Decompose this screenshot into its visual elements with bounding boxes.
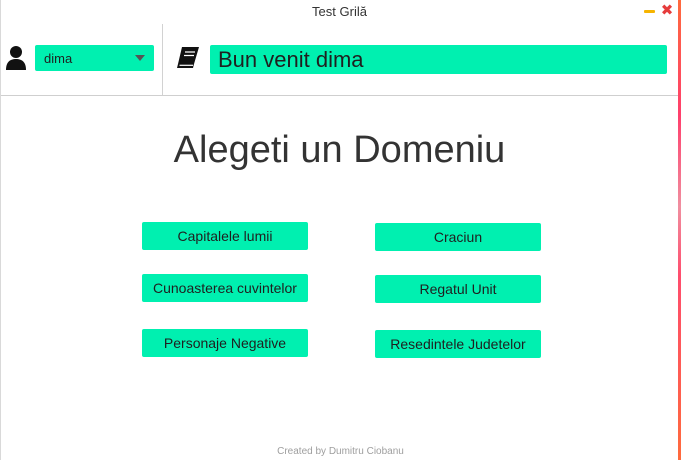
app-window: Test Grilă ✖ dima Bun venit dima Alegeti… [0, 0, 678, 460]
user-icon [6, 46, 26, 70]
chevron-down-icon [135, 55, 145, 61]
domain-button-resedintele-judetelor[interactable]: Resedintele Judetelor [375, 330, 541, 358]
close-icon: ✖ [660, 2, 674, 19]
domain-button-capitalele-lumii[interactable]: Capitalele lumii [142, 222, 308, 250]
book-icon [177, 47, 199, 68]
user-select-dropdown[interactable]: dima [35, 45, 154, 71]
minimize-icon [643, 9, 655, 13]
footer-credit: Created by Dumitru Ciobanu [277, 446, 404, 457]
header-bar: dima Bun venit dima [1, 24, 678, 96]
header-divider [162, 24, 163, 95]
domain-button-cunoasterea-cuvintelor[interactable]: Cunoasterea cuvintelor [142, 274, 308, 302]
domain-button-regatul-unit[interactable]: Regatul Unit [375, 275, 541, 303]
minimize-button[interactable] [642, 4, 656, 18]
window-titlebar[interactable]: Test Grilă ✖ [1, 0, 678, 24]
user-select-value: dima [44, 51, 73, 66]
window-title: Test Grilă [312, 4, 367, 19]
welcome-text: Bun venit dima [218, 47, 364, 72]
close-button[interactable]: ✖ [660, 2, 674, 19]
page-title: Alegeti un Domeniu [173, 129, 506, 171]
domain-button-craciun[interactable]: Craciun [375, 223, 541, 251]
welcome-banner: Bun venit dima [210, 45, 667, 74]
domain-button-personaje-negative[interactable]: Personaje Negative [142, 329, 308, 357]
